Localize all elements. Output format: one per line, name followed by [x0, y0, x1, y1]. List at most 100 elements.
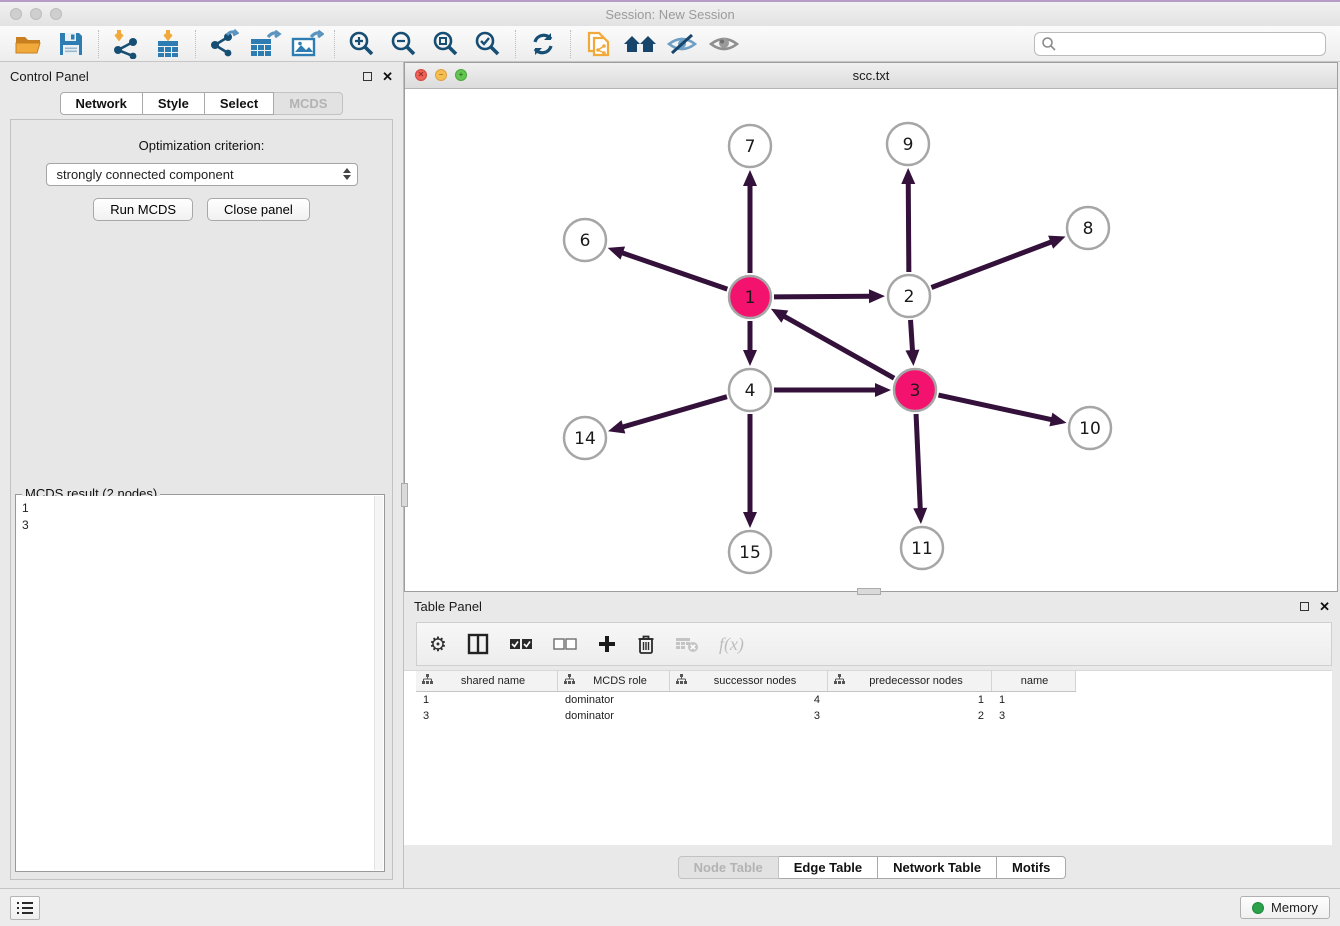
tab-mcds[interactable]: MCDS: [274, 92, 343, 115]
table-cell[interactable]: 3: [992, 710, 1076, 722]
table-cell[interactable]: 1: [416, 694, 558, 706]
table-cell[interactable]: 1: [992, 694, 1076, 706]
task-history-button[interactable]: [10, 896, 40, 920]
graph-edge-1-2[interactable]: [774, 296, 871, 297]
import-network-icon[interactable]: [105, 28, 147, 60]
table-tabs: Node TableEdge TableNetwork TableMotifs: [404, 845, 1340, 888]
search-icon: [1041, 36, 1057, 57]
edge-arrowhead: [608, 420, 625, 433]
import-table-icon[interactable]: [147, 28, 189, 60]
show-all-eye-icon[interactable]: [703, 28, 745, 60]
table-cell[interactable]: 2: [828, 710, 992, 722]
column-label: name: [998, 675, 1071, 687]
graph-edge-2-8[interactable]: [931, 241, 1052, 287]
maximize-window-icon[interactable]: [50, 8, 62, 20]
copy-style-icon[interactable]: [577, 28, 619, 60]
home-layout-icon[interactable]: [619, 28, 661, 60]
graph-edge-2-9[interactable]: [908, 182, 909, 272]
tab-network-table[interactable]: Network Table: [878, 856, 997, 879]
close-panel-button[interactable]: Close panel: [207, 198, 310, 221]
node-table-header: shared nameMCDS rolesuccessor nodesprede…: [416, 671, 1076, 692]
search-input[interactable]: [1034, 32, 1326, 56]
node-label-10: 10: [1079, 419, 1101, 439]
tab-edge-table[interactable]: Edge Table: [779, 856, 878, 879]
tab-network[interactable]: Network: [60, 92, 143, 115]
tab-motifs[interactable]: Motifs: [997, 856, 1066, 879]
delete-table-icon: [675, 635, 699, 653]
network-window-titlebar[interactable]: ✕ − + scc.txt: [405, 63, 1337, 89]
table-cell[interactable]: dominator: [558, 710, 670, 722]
close-window-icon[interactable]: [10, 8, 22, 20]
main-toolbar: [0, 26, 1340, 62]
vertical-splitter-handle[interactable]: [401, 483, 408, 507]
table-cell[interactable]: dominator: [558, 694, 670, 706]
table-toolbar: ⚙ f(x): [416, 622, 1332, 666]
refresh-icon[interactable]: [522, 28, 564, 60]
zoom-fit-icon[interactable]: [425, 28, 467, 60]
tab-select[interactable]: Select: [205, 92, 274, 115]
save-session-icon[interactable]: [50, 28, 92, 60]
node-table: shared nameMCDS rolesuccessor nodesprede…: [404, 670, 1332, 845]
column-header-predecessor-nodes[interactable]: predecessor nodes: [828, 671, 992, 691]
edge-arrowhead: [1049, 413, 1066, 427]
add-column-icon[interactable]: [597, 634, 617, 654]
edge-arrowhead: [743, 350, 757, 366]
table-cell[interactable]: 3: [670, 710, 828, 722]
edge-arrowhead: [743, 512, 757, 528]
close-table-panel-icon[interactable]: ✕: [1319, 600, 1330, 613]
table-cell[interactable]: 3: [416, 710, 558, 722]
graph-edge-1-6[interactable]: [621, 252, 727, 289]
graph-edge-3-11[interactable]: [916, 414, 920, 510]
float-panel-icon[interactable]: [363, 72, 372, 81]
table-row[interactable]: 3dominator323: [416, 708, 1076, 724]
hide-selected-eye-icon[interactable]: [661, 28, 703, 60]
horizontal-splitter-handle[interactable]: [857, 588, 881, 595]
export-network-icon[interactable]: [202, 28, 244, 60]
graph-edge-4-14[interactable]: [621, 397, 726, 428]
select-all-columns-icon[interactable]: [509, 637, 533, 651]
node-label-6: 6: [580, 231, 591, 251]
column-header-shared-name[interactable]: shared name: [416, 671, 558, 691]
open-session-icon[interactable]: [8, 28, 50, 60]
zoom-selected-icon[interactable]: [467, 28, 509, 60]
optimization-criterion-dropdown[interactable]: strongly connected component: [46, 163, 358, 186]
unselect-all-columns-icon[interactable]: [553, 637, 577, 651]
network-maximize-icon[interactable]: +: [455, 69, 467, 81]
export-table-icon[interactable]: [244, 28, 286, 60]
tab-node-table[interactable]: Node Table: [678, 856, 779, 879]
network-close-icon[interactable]: ✕: [415, 69, 427, 81]
node-label-2: 2: [904, 287, 915, 307]
table-row[interactable]: 1dominator411: [416, 692, 1076, 708]
run-mcds-button[interactable]: Run MCDS: [93, 198, 193, 221]
column-header-mcds-role[interactable]: MCDS role: [558, 671, 670, 691]
table-settings-gear-icon[interactable]: ⚙: [429, 632, 447, 657]
table-cell[interactable]: 4: [670, 694, 828, 706]
table-cell[interactable]: 1: [828, 694, 992, 706]
result-scrollbar[interactable]: [374, 496, 383, 870]
delete-column-trash-icon[interactable]: [637, 634, 655, 655]
shared-column-icon: [422, 674, 433, 688]
show-columns-icon[interactable]: [467, 633, 489, 655]
zoom-out-icon[interactable]: [383, 28, 425, 60]
export-image-icon[interactable]: [286, 28, 328, 60]
tab-style[interactable]: Style: [143, 92, 205, 115]
close-panel-icon[interactable]: ✕: [382, 70, 393, 83]
minimize-window-icon[interactable]: [30, 8, 42, 20]
graph-edge-3-1[interactable]: [783, 316, 894, 379]
zoom-in-icon[interactable]: [341, 28, 383, 60]
float-table-panel-icon[interactable]: [1300, 602, 1309, 611]
network-minimize-icon[interactable]: −: [435, 69, 447, 81]
table-panel: Table Panel ✕ ⚙: [404, 592, 1340, 888]
app-title: Session: New Session: [605, 7, 734, 22]
graph-edge-2-3[interactable]: [911, 320, 913, 352]
column-header-successor-nodes[interactable]: successor nodes: [670, 671, 828, 691]
edge-arrowhead: [905, 350, 919, 366]
toolbar-separator: [98, 30, 99, 58]
network-canvas[interactable]: 7968124314101511: [405, 89, 1337, 591]
column-header-name[interactable]: name: [992, 671, 1076, 691]
shared-column-icon: [564, 674, 575, 688]
memory-button[interactable]: Memory: [1240, 896, 1330, 919]
graph-edge-3-10[interactable]: [938, 395, 1052, 420]
mcds-panel: Optimization criterion: strongly connect…: [10, 119, 393, 880]
mcds-result-box[interactable]: 13: [17, 496, 383, 870]
